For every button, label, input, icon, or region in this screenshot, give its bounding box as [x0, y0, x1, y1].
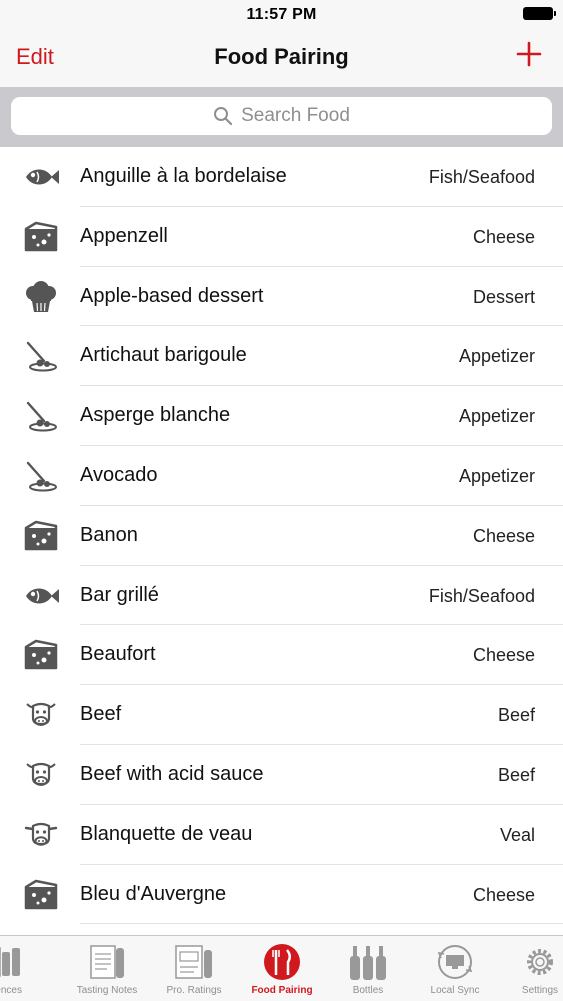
tab-label: eferences — [0, 985, 22, 996]
food-category: Dessert — [472, 286, 535, 307]
search-bar: Search Food — [0, 87, 563, 147]
row-divider — [80, 923, 563, 925]
tab-pro-ratings[interactable]: Pro. Ratings — [154, 940, 234, 998]
tab-label: Tasting Notes — [76, 985, 138, 996]
appetizer-icon — [22, 459, 60, 493]
page-title: Food Pairing — [214, 44, 349, 69]
tab-preferences[interactable]: eferences — [0, 940, 40, 998]
food-name: Asperge blanche — [80, 404, 231, 427]
food-name: Appenzell — [80, 224, 168, 247]
food-category: Cheese — [472, 884, 535, 905]
food-name: Bar grillé — [80, 583, 159, 606]
battery-icon — [523, 7, 556, 20]
food-category: Veal — [499, 824, 535, 845]
preferences-icon — [0, 942, 22, 982]
gear-icon — [518, 942, 562, 982]
list-item[interactable]: Appenzell Cheese — [0, 207, 563, 267]
list-item[interactable]: Beef Beef — [0, 685, 563, 745]
fish-icon — [22, 579, 60, 613]
tab-gear[interactable]: Settings — [500, 940, 563, 998]
cheese-icon — [22, 878, 60, 912]
food-category: Appetizer — [458, 406, 535, 427]
tasting-notes-icon — [85, 942, 129, 982]
food-name: Blanquette de veau — [80, 822, 253, 845]
tab-food-pairing[interactable]: Food Pairing — [242, 940, 322, 998]
list-item[interactable]: Asperge blanche Appetizer — [0, 386, 563, 446]
list-item[interactable]: Blanquette de veau Veal — [0, 805, 563, 865]
list-item[interactable]: Bleu d'Auvergne Cheese — [0, 865, 563, 925]
food-category: Appetizer — [458, 346, 535, 367]
tab-label: Local Sync — [430, 985, 480, 996]
list-item[interactable]: Bar grillé Fish/Seafood — [0, 566, 563, 626]
food-category: Cheese — [472, 525, 535, 546]
cow-icon — [22, 698, 60, 732]
tab-label: Pro. Ratings — [166, 985, 222, 996]
search-placeholder: Search Food — [241, 105, 350, 126]
tab-label: Settings — [521, 985, 559, 996]
list-item[interactable]: Artichaut barigoule Appetizer — [0, 326, 563, 387]
list-item[interactable]: Banon Cheese — [0, 506, 563, 566]
food-name: Apple-based dessert — [80, 284, 264, 307]
tab-bottles[interactable]: Bottles — [328, 940, 408, 998]
cheese-icon — [22, 519, 60, 553]
food-name: Bleu d'Auvergne — [80, 882, 227, 905]
food-name: Artichaut barigoule — [80, 344, 247, 367]
search-input[interactable]: Search Food — [11, 97, 552, 135]
food-pairing-icon — [260, 942, 304, 982]
food-name: Banon — [80, 523, 138, 546]
list-item[interactable]: Beaufort Cheese — [0, 625, 563, 686]
calf-icon — [22, 818, 60, 852]
list-item[interactable]: Anguille à la bordelaise Fish/Seafood — [0, 147, 563, 207]
food-category: Fish/Seafood — [428, 167, 535, 187]
list-item[interactable]: Apple-based dessert Dessert — [0, 267, 563, 327]
plus-icon[interactable] — [515, 40, 543, 68]
tab-bar: eferences Tasting Notes Pro. Ratings Food P… — [0, 935, 563, 1001]
pro-ratings-icon — [172, 942, 216, 982]
appetizer-icon — [22, 339, 60, 373]
food-category: Appetizer — [458, 465, 535, 486]
food-name: Anguille à la bordelaise — [80, 165, 287, 187]
navigation-bar: Edit Food Pairing — [0, 30, 563, 88]
cupcake-icon — [22, 280, 60, 314]
status-time: 11:57 PM — [246, 6, 317, 23]
bottles-icon — [346, 942, 390, 982]
food-category: Beef — [497, 764, 535, 785]
appetizer-icon — [22, 399, 60, 433]
tab-tasting-notes[interactable]: Tasting Notes — [67, 940, 147, 998]
cow-icon — [22, 758, 60, 792]
food-category: Fish/Seafood — [428, 585, 535, 606]
food-category: Beef — [497, 705, 535, 726]
list-item[interactable]: Avocado Appetizer — [0, 446, 563, 506]
cheese-icon — [22, 638, 60, 672]
food-name: Beef — [80, 703, 122, 726]
food-list: Anguille à la bordelaise Fish/Seafood Appe… — [0, 147, 563, 925]
status-bar: 11:57 PM — [0, 0, 563, 30]
food-category: Cheese — [472, 226, 535, 247]
fish-icon — [22, 160, 60, 194]
food-category: Cheese — [472, 645, 535, 666]
search-icon — [214, 107, 233, 126]
cheese-icon — [22, 220, 60, 254]
tab-label: Bottles — [352, 985, 384, 996]
food-name: Beaufort — [80, 643, 156, 666]
list-item[interactable]: Beef with acid sauce Beef — [0, 745, 563, 805]
food-name: Avocado — [80, 463, 158, 486]
local-sync-icon — [433, 942, 477, 982]
food-name: Beef with acid sauce — [80, 762, 264, 785]
tab-label: Food Pairing — [251, 985, 313, 996]
tab-local-sync[interactable]: Local Sync — [415, 940, 495, 998]
